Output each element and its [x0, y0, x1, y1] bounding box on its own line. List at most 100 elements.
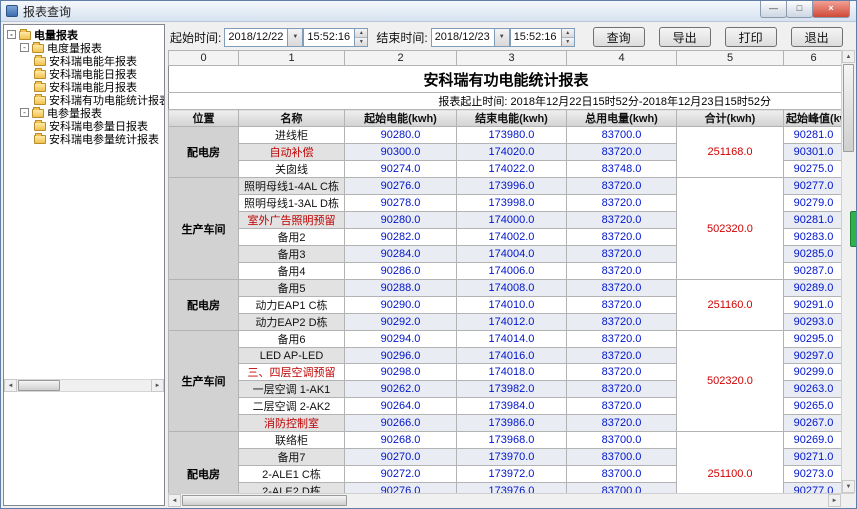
query-button[interactable]: 查询 — [593, 27, 645, 47]
start-energy-cell: 90294.0 — [345, 331, 457, 348]
start-energy-cell: 90276.0 — [345, 178, 457, 195]
start-peak-cell: 90295.0 — [784, 331, 842, 348]
exit-button[interactable]: 退出 — [791, 27, 843, 47]
name-cell: 备用6 — [239, 331, 345, 348]
start-energy-cell: 90270.0 — [345, 449, 457, 466]
query-toolbar: 起始时间: 2018/12/22 ▼ 15:52:16 ▲ ▼ 结束时间: 20… — [168, 24, 854, 50]
start-energy-cell: 90300.0 — [345, 144, 457, 161]
name-cell: 消防控制室 — [239, 415, 345, 432]
name-cell: 关囱线 — [239, 161, 345, 178]
scrollbar-thumb[interactable] — [18, 380, 60, 391]
name-cell: 2-ALE2 D栋 — [239, 483, 345, 494]
name-cell: 进线柜 — [239, 127, 345, 144]
scrollbar-track[interactable] — [181, 495, 828, 506]
end-time-spinner[interactable]: 15:52:16 ▲ ▼ — [510, 28, 575, 47]
end-energy-cell: 174012.0 — [457, 314, 567, 331]
name-cell: 2-ALE1 C栋 — [239, 466, 345, 483]
name-cell: 一层空调 1-AK1 — [239, 381, 345, 398]
client-area: - 电量报表 - 电度量报表 安科瑞电能年报表 安科瑞电能日报表 — [1, 22, 856, 508]
end-energy-cell: 173970.0 — [457, 449, 567, 466]
start-time-spinner[interactable]: 15:52:16 ▲ ▼ — [303, 28, 368, 47]
end-date-value[interactable]: 2018/12/23 — [432, 29, 494, 46]
start-time-value[interactable]: 15:52:16 — [304, 29, 354, 46]
end-energy-cell: 174000.0 — [457, 212, 567, 229]
start-peak-cell: 90277.0 — [784, 483, 842, 494]
column-number: 3 — [457, 51, 567, 66]
scrollbar-track[interactable] — [842, 63, 854, 480]
start-energy-cell: 90276.0 — [345, 483, 457, 494]
column-number: 4 — [567, 51, 677, 66]
green-edge-tab[interactable] — [850, 211, 856, 247]
usage-cell: 83720.0 — [567, 195, 677, 212]
scrollbar-corner — [841, 494, 854, 507]
column-number-row: 0 1 2 3 4 5 6 — [169, 51, 842, 66]
sum-cell: 251168.0 — [677, 127, 784, 178]
scrollbar-thumb[interactable] — [843, 64, 854, 152]
start-energy-cell: 90288.0 — [345, 280, 457, 297]
scroll-left-icon[interactable]: ◄ — [168, 494, 181, 507]
export-button[interactable]: 导出 — [659, 27, 711, 47]
report-table-region: 0 1 2 3 4 5 6 安科瑞有功电能统计报表 — [168, 50, 854, 493]
name-cell: 备用4 — [239, 263, 345, 280]
table-row: 生产车间备用690294.0174014.083720.0502320.0902… — [169, 331, 842, 348]
vertical-scrollbar[interactable]: ▲ ▼ — [841, 50, 854, 493]
name-cell: 备用3 — [239, 246, 345, 263]
end-energy-cell: 173982.0 — [457, 381, 567, 398]
usage-cell: 83700.0 — [567, 466, 677, 483]
spin-down-icon[interactable]: ▼ — [562, 38, 574, 46]
print-button[interactable]: 打印 — [725, 27, 777, 47]
usage-cell: 83720.0 — [567, 178, 677, 195]
report-subtitle-row: 报表起止时间: 2018年12月22日15时52分-2018年12月23日15时… — [169, 93, 842, 110]
name-cell: 动力EAP1 C栋 — [239, 297, 345, 314]
start-peak-cell: 90263.0 — [784, 381, 842, 398]
start-date-picker[interactable]: 2018/12/22 ▼ — [224, 28, 303, 47]
report-title: 安科瑞有功电能统计报表 — [169, 66, 842, 93]
chevron-down-icon[interactable]: ▼ — [287, 29, 302, 46]
start-date-value[interactable]: 2018/12/22 — [225, 29, 287, 46]
close-button[interactable]: × — [812, 1, 850, 18]
end-time-value[interactable]: 15:52:16 — [511, 29, 561, 46]
end-energy-cell: 174002.0 — [457, 229, 567, 246]
start-peak-cell: 90281.0 — [784, 127, 842, 144]
location-cell: 生产车间 — [169, 331, 239, 432]
end-energy-cell: 173998.0 — [457, 195, 567, 212]
scroll-down-icon[interactable]: ▼ — [842, 480, 855, 493]
spin-up-icon[interactable]: ▲ — [355, 29, 367, 38]
end-energy-cell: 174020.0 — [457, 144, 567, 161]
start-energy-cell: 90274.0 — [345, 161, 457, 178]
folder-icon — [34, 122, 46, 131]
location-cell: 配电房 — [169, 280, 239, 331]
name-cell: 照明母线1-4AL C栋 — [239, 178, 345, 195]
maximize-button[interactable]: □ — [786, 1, 813, 18]
scroll-right-icon[interactable]: ► — [151, 379, 164, 392]
collapse-icon[interactable]: - — [7, 30, 16, 39]
start-energy-cell: 90262.0 — [345, 381, 457, 398]
tree-horizontal-scrollbar[interactable]: ◄ ► — [4, 379, 164, 392]
usage-cell: 83720.0 — [567, 280, 677, 297]
spin-down-icon[interactable]: ▼ — [355, 38, 367, 46]
end-energy-cell: 173972.0 — [457, 466, 567, 483]
collapse-icon[interactable]: - — [20, 108, 29, 117]
scroll-up-icon[interactable]: ▲ — [842, 50, 855, 63]
header-location: 位置 — [169, 110, 239, 127]
name-cell: 三、四层空调预留 — [239, 364, 345, 381]
scroll-right-icon[interactable]: ► — [828, 494, 841, 507]
minimize-button[interactable]: — — [760, 1, 787, 18]
collapse-icon[interactable]: - — [20, 43, 29, 52]
sum-cell: 251100.0 — [677, 432, 784, 494]
chevron-down-icon[interactable]: ▼ — [494, 29, 509, 46]
usage-cell: 83720.0 — [567, 229, 677, 246]
end-date-picker[interactable]: 2018/12/23 ▼ — [431, 28, 510, 47]
start-energy-cell: 90292.0 — [345, 314, 457, 331]
end-energy-cell: 174018.0 — [457, 364, 567, 381]
usage-cell: 83720.0 — [567, 331, 677, 348]
spin-up-icon[interactable]: ▲ — [562, 29, 574, 38]
horizontal-scrollbar[interactable]: ◄ ► — [168, 493, 854, 506]
folder-icon — [34, 96, 46, 105]
scroll-left-icon[interactable]: ◄ — [4, 379, 17, 392]
table-row: 配电房备用590288.0174008.083720.0251160.09028… — [169, 280, 842, 297]
sidebar-item-param-stat-report[interactable]: 安科瑞电参量统计报表 — [4, 132, 164, 145]
scrollbar-thumb[interactable] — [182, 495, 347, 506]
usage-cell: 83700.0 — [567, 127, 677, 144]
start-time-label: 起始时间: — [170, 29, 221, 46]
